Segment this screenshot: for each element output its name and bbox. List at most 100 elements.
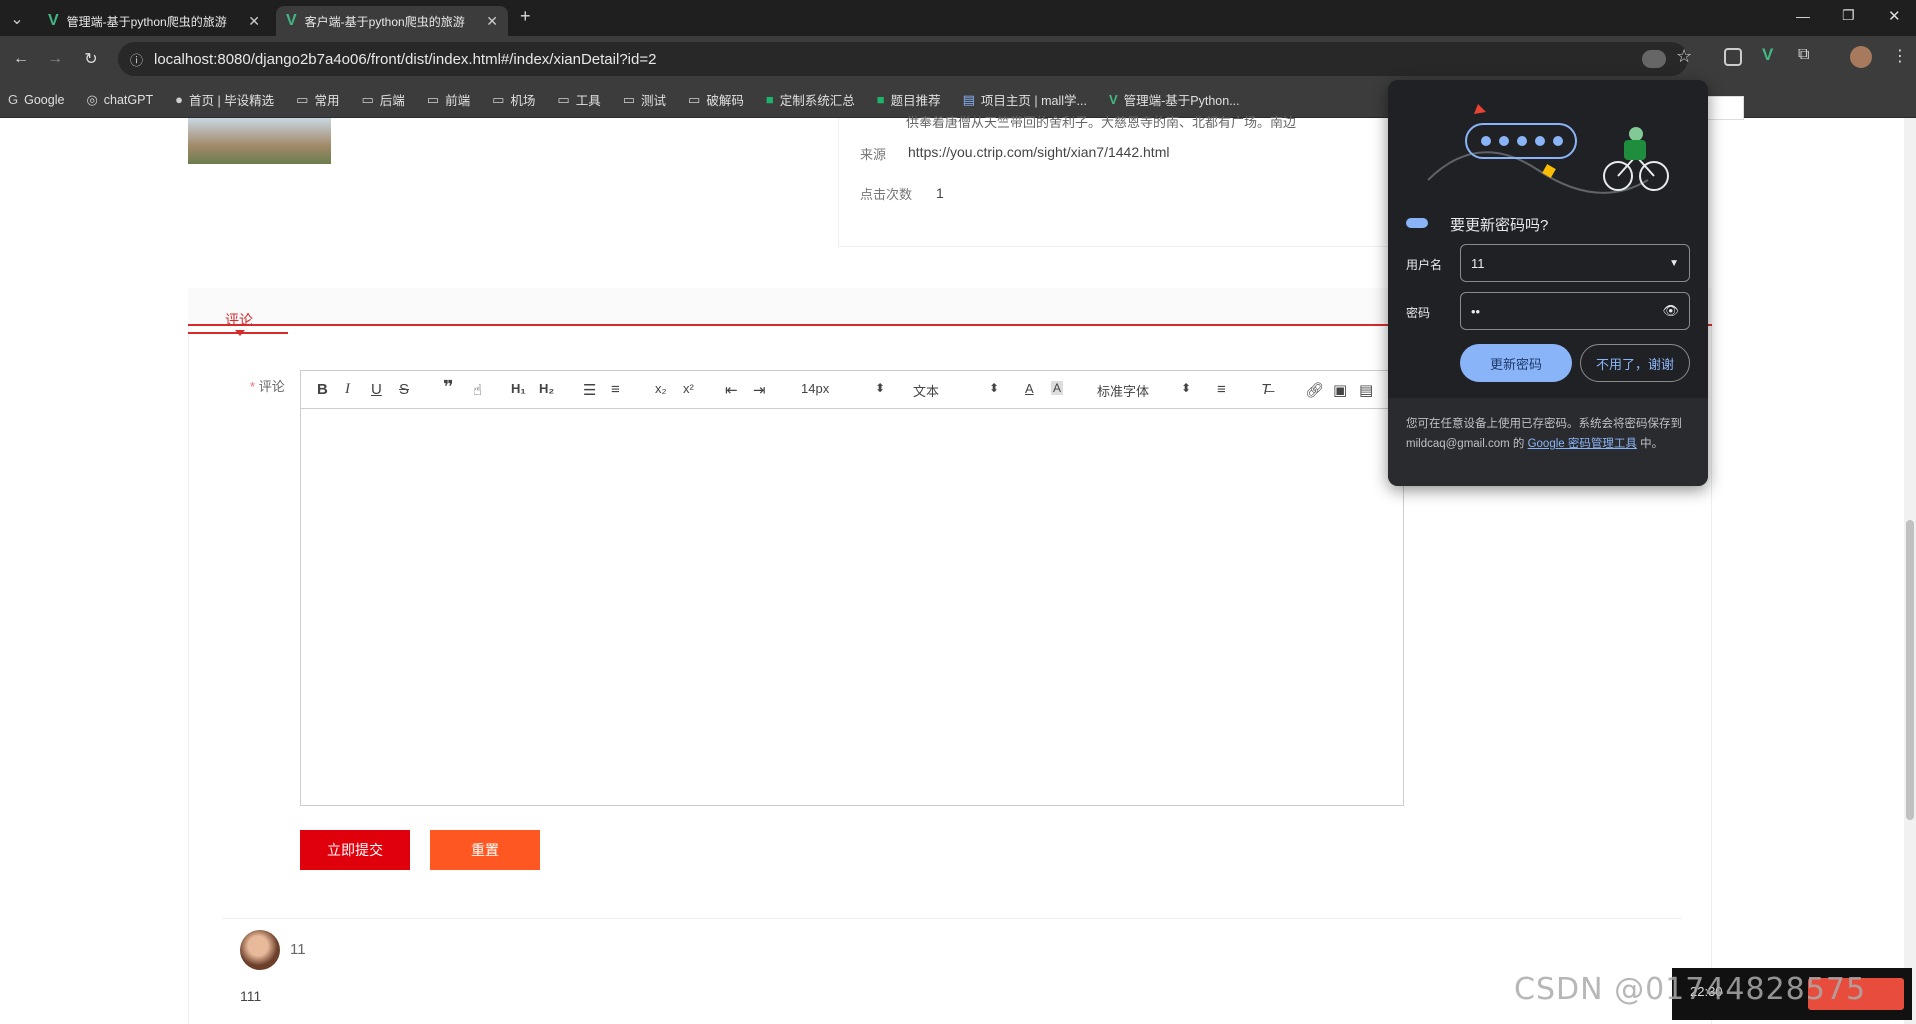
code-block-button[interactable]: ☝: [473, 381, 482, 399]
bookmark-home[interactable]: ● 首页 | 毕设精选: [175, 90, 274, 109]
comment-content: 111: [240, 988, 262, 1004]
clicks-value: 1: [936, 185, 944, 201]
rich-editor-toolbar: B I U S ❞ ☝ H₁ H₂ ☰ ≡ x₂ x² ⇤ ⇥ 14px ⬍ 文…: [300, 370, 1404, 410]
folder-icon: ▭: [361, 91, 374, 107]
bookmark-vue[interactable]: V 管理端-基于Python...: [1109, 90, 1240, 109]
h1-button[interactable]: H₁: [511, 381, 526, 396]
bookmark-folder[interactable]: ▭ 前端: [427, 90, 470, 109]
outdent-button[interactable]: ⇤: [725, 381, 738, 399]
password-manager-link[interactable]: Google 密码管理工具: [1528, 438, 1637, 450]
sheet-icon: ■: [765, 92, 774, 107]
bookmark-folder[interactable]: ▭ 破解码: [688, 90, 744, 109]
eye-icon[interactable]: 👁︎: [1662, 303, 1679, 319]
google-icon: G: [8, 92, 19, 107]
comment-editor[interactable]: [300, 408, 1404, 806]
bullet-list-button[interactable]: ≡: [611, 381, 620, 398]
bookmark-folder[interactable]: ▭ 后端: [361, 90, 404, 109]
bookmark-folder[interactable]: ▭ 常用: [296, 90, 339, 109]
tab-admin[interactable]: V 管理端-基于python爬虫的旅游 ✕: [38, 6, 270, 36]
reload-icon[interactable]: ↻: [78, 46, 104, 72]
italic-button[interactable]: I: [345, 381, 350, 398]
vue-icon: V: [1108, 92, 1118, 107]
detail-info-panel: [838, 118, 1391, 247]
font-color-button[interactable]: A: [1025, 381, 1034, 396]
popup-footer-text: 您可在任意设备上使用已存密码。系统会将密码保存到 mildcaq@gmail.c…: [1406, 418, 1682, 450]
quote-button[interactable]: ❞: [443, 377, 454, 398]
strike-button[interactable]: S: [399, 381, 409, 398]
scrollbar-thumb[interactable]: [1906, 520, 1914, 820]
password-update-popup: 要更新密码吗? 用户名 11 ▼ 密码 •• 👁︎ 更新密码 不用了，谢谢 您可…: [1388, 80, 1708, 486]
superscript-button[interactable]: x²: [683, 381, 694, 396]
url-field[interactable]: ⓘ localhost:8080/django2b7a4o06/front/di…: [118, 42, 1688, 76]
tab-comment[interactable]: 评论: [225, 310, 253, 330]
required-mark: *: [250, 379, 256, 394]
username-select[interactable]: 11 ▼: [1460, 244, 1690, 282]
tab-client[interactable]: V 客户端-基于python爬虫的旅游 ✕: [276, 6, 508, 36]
new-tab-icon[interactable]: +: [520, 6, 531, 27]
chatgpt-icon: ◎: [86, 91, 98, 107]
bookmark-folder[interactable]: ▭ 机场: [492, 90, 535, 109]
close-icon[interactable]: ✕: [486, 13, 498, 30]
bold-button[interactable]: B: [317, 381, 328, 398]
subscript-button[interactable]: x₂: [655, 381, 667, 396]
chevron-updown-icon: ⬍: [1181, 381, 1192, 395]
vue-devtools-icon[interactable]: V: [1762, 45, 1773, 65]
password-field[interactable]: •• 👁︎: [1460, 292, 1690, 330]
csdn-watermark: CSDN @01744828575: [1514, 972, 1867, 1007]
clicks-label: 点击次数: [860, 187, 913, 202]
tab-title: 客户端-基于python爬虫的旅游: [304, 14, 465, 29]
address-bar: ← → ↻ ⓘ localhost:8080/django2b7a4o06/fr…: [0, 36, 1916, 82]
bookmark-folder[interactable]: ▭ 测试: [623, 90, 666, 109]
header-select[interactable]: 文本: [913, 381, 939, 400]
comment-field-label: 评论: [258, 379, 285, 394]
window-close-icon[interactable]: ✕: [1888, 7, 1901, 25]
image-icon[interactable]: ▣: [1333, 381, 1347, 399]
bookmark-folder[interactable]: ▭ 工具: [557, 90, 600, 109]
restore-icon[interactable]: ❐: [1842, 7, 1855, 24]
bookmark-google[interactable]: G Google: [8, 92, 64, 107]
tab-indicator-icon: [235, 330, 245, 336]
star-icon[interactable]: ☆: [1676, 46, 1692, 67]
chevron-updown-icon: ⬍: [875, 381, 886, 395]
h2-button[interactable]: H₂: [539, 381, 554, 396]
font-family-select[interactable]: 标准字体: [1097, 381, 1149, 400]
puzzle-icon[interactable]: ⧉: [1798, 46, 1809, 64]
clear-format-button[interactable]: T̶: [1261, 381, 1270, 398]
video-icon[interactable]: ▤: [1359, 381, 1373, 399]
extension-icon[interactable]: [1724, 48, 1742, 66]
vue-icon: V: [48, 12, 59, 29]
password-illustration: [1427, 104, 1669, 194]
bookmark-doc[interactable]: ▤ 项目主页 | mall学...: [963, 90, 1087, 109]
attraction-thumbnail: [188, 118, 331, 164]
password-label: 密码: [1406, 306, 1431, 320]
ordered-list-button[interactable]: ☰: [583, 381, 596, 399]
tab-search-icon[interactable]: ⌄: [4, 6, 30, 32]
password-key-icon[interactable]: [1642, 50, 1666, 68]
reset-button[interactable]: 重置: [430, 830, 540, 870]
close-icon[interactable]: ✕: [248, 13, 260, 30]
bookmark-sheet[interactable]: ■ 题目推荐: [877, 90, 941, 109]
username-label: 用户名: [1406, 258, 1443, 272]
background-color-button[interactable]: A: [1051, 381, 1064, 395]
dismiss-button[interactable]: 不用了，谢谢: [1580, 344, 1690, 382]
menu-icon[interactable]: ⋮: [1892, 46, 1908, 66]
submit-button[interactable]: 立即提交: [300, 830, 410, 870]
update-password-button[interactable]: 更新密码: [1460, 344, 1572, 382]
forward-icon[interactable]: →: [42, 46, 68, 72]
font-size-select[interactable]: 14px: [801, 381, 829, 396]
info-icon[interactable]: ⓘ: [130, 50, 143, 69]
bookmark-sheet[interactable]: ■ 定制系统汇总: [766, 90, 855, 109]
minimize-icon[interactable]: —: [1796, 8, 1810, 24]
back-icon[interactable]: ←: [8, 46, 34, 72]
folder-icon: ▭: [426, 91, 440, 107]
link-icon[interactable]: 🔗︎: [1305, 381, 1324, 399]
indent-button[interactable]: ⇥: [753, 381, 766, 399]
avatar[interactable]: [1850, 46, 1872, 68]
align-button[interactable]: ≡: [1217, 381, 1226, 398]
page-icon: ●: [175, 92, 183, 107]
underline-button[interactable]: U: [371, 381, 382, 398]
commenter-name: 11: [290, 941, 306, 958]
browser-tab-bar: ⌄ V 管理端-基于python爬虫的旅游 ✕ V 客户端-基于python爬虫…: [0, 0, 1916, 36]
bookmark-chatgpt[interactable]: ◎ chatGPT: [86, 92, 153, 108]
key-icon: [1406, 218, 1428, 228]
